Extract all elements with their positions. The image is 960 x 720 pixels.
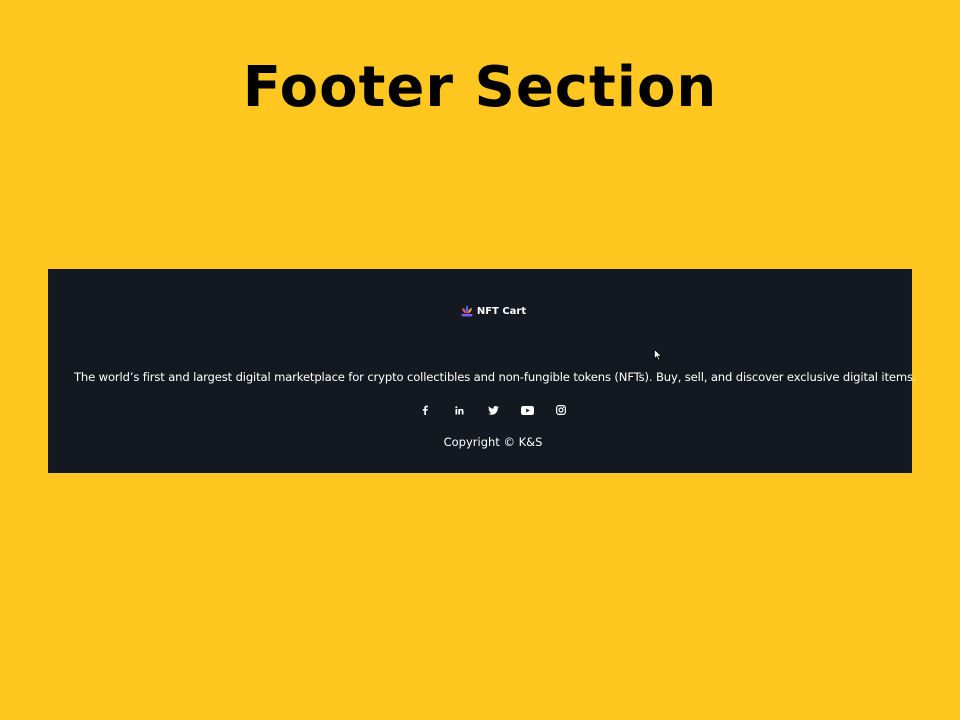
linkedin-icon[interactable] bbox=[451, 402, 467, 418]
slide-title: Footer Section bbox=[242, 55, 718, 120]
brand-name: NFT Cart bbox=[476, 305, 527, 317]
facebook-icon[interactable] bbox=[417, 402, 433, 418]
twitter-icon[interactable] bbox=[485, 402, 501, 418]
footer-brand[interactable]: NFT Cart bbox=[48, 304, 938, 318]
site-footer: NFT Cart The world’s first and largest d… bbox=[48, 269, 917, 473]
footer-tagline: The world’s first and largest digital ma… bbox=[74, 370, 917, 384]
mouse-cursor-icon bbox=[654, 348, 662, 361]
nft-lotus-logo-icon bbox=[460, 304, 474, 318]
copyright-text: Copyright © K&S bbox=[443, 435, 543, 449]
instagram-icon[interactable] bbox=[553, 402, 569, 418]
social-links bbox=[48, 402, 938, 418]
youtube-icon[interactable] bbox=[519, 402, 535, 418]
